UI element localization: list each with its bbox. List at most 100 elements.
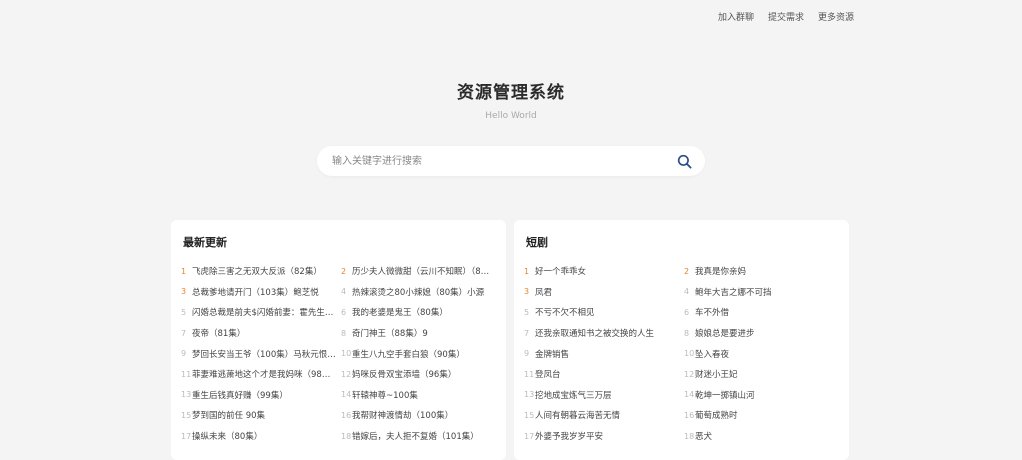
rank-number: 15 xyxy=(181,410,192,420)
list-item-title: 飞虎除三害之无双大反派（82集） xyxy=(192,267,322,278)
short-drama-card: 短剧 1 好一个乖乖女 2 我真是你亲妈 3 凤君 4 鲍年大吉之娜不可挡 5 不亏不欠不相见 6 车… xyxy=(514,220,849,460)
rank-number: 13 xyxy=(181,390,192,400)
latest-updates-list: 1 飞虎除三害之无双大反派（82集） 2 历少夫人微微甜（云川不知眠）（8… 3 总裁爹地… xyxy=(181,261,498,446)
list-item[interactable]: 17 操纵未来（80集） xyxy=(181,426,341,447)
rank-number: 6 xyxy=(341,307,347,317)
nav-more-resources-link[interactable]: 更多资源 xyxy=(818,10,854,23)
list-item-title: 不亏不欠不相见 xyxy=(535,308,595,319)
list-item[interactable]: 16 我帮财神渡情劫（100集） xyxy=(341,405,499,426)
list-item[interactable]: 18 恶犬 xyxy=(684,426,842,447)
list-item[interactable]: 4 热辣滚烫之80小辣媳（80集）小源 xyxy=(341,282,499,303)
list-item[interactable]: 14 乾坤一掷镇山河 xyxy=(684,385,842,406)
rank-number: 10 xyxy=(341,349,352,359)
search-bar xyxy=(317,146,705,176)
list-item[interactable]: 7 夜帝（81集） xyxy=(181,323,341,344)
rank-number: 11 xyxy=(181,369,192,379)
list-item[interactable]: 4 鲍年大吉之娜不可挡 xyxy=(684,282,842,303)
rank-number: 7 xyxy=(181,328,187,338)
list-item-title: 我帮财神渡情劫（100集） xyxy=(352,411,454,422)
rank-number: 13 xyxy=(524,390,535,400)
list-item[interactable]: 1 好一个乖乖女 xyxy=(524,261,684,282)
list-item[interactable]: 12 财迷小王妃 xyxy=(684,364,842,385)
short-drama-title: 短剧 xyxy=(526,236,548,249)
list-item[interactable]: 3 凤君 xyxy=(524,282,684,303)
list-item[interactable]: 5 不亏不欠不相见 xyxy=(524,302,684,323)
latest-updates-title: 最新更新 xyxy=(183,236,227,249)
list-item[interactable]: 6 我的老婆是鬼王（80集） xyxy=(341,302,499,323)
rank-number: 7 xyxy=(524,328,530,338)
rank-number: 2 xyxy=(684,266,690,276)
rank-number: 6 xyxy=(684,307,690,317)
list-item[interactable]: 2 我真是你亲妈 xyxy=(684,261,842,282)
search-input[interactable] xyxy=(330,148,669,174)
list-item[interactable]: 5 闪婚总裁是前夫$闪婚前妻：霍先生… xyxy=(181,302,341,323)
nav-submit-request-link[interactable]: 提交需求 xyxy=(768,10,804,23)
list-item[interactable]: 7 还我亲取通知书之被交换的人生 xyxy=(524,323,684,344)
list-item[interactable]: 16 葡萄成熟时 xyxy=(684,405,842,426)
list-item[interactable]: 1 飞虎除三害之无双大反派（82集） xyxy=(181,261,341,282)
list-item[interactable]: 11 登凤台 xyxy=(524,364,684,385)
list-item-title: 夜帝（81集） xyxy=(192,329,246,340)
rank-number: 5 xyxy=(524,307,530,317)
rank-number: 1 xyxy=(181,266,187,276)
list-item[interactable]: 15 人间有朝暮云海苦无情 xyxy=(524,405,684,426)
latest-updates-card: 最新更新 1 飞虎除三害之无双大反派（82集） 2 历少夫人微微甜（云川不知眠）（8…… xyxy=(171,220,506,460)
list-item-title: 凤君 xyxy=(535,287,553,298)
list-item-title: 坠入春夜 xyxy=(695,349,730,360)
rank-number: 12 xyxy=(341,369,352,379)
rank-number: 17 xyxy=(524,431,535,441)
list-item[interactable]: 2 历少夫人微微甜（云川不知眠）（8… xyxy=(341,261,499,282)
rank-number: 2 xyxy=(341,266,347,276)
rank-number: 17 xyxy=(181,431,192,441)
rank-number: 15 xyxy=(524,410,535,420)
list-item-title: 热辣滚烫之80小辣媳（80集）小源 xyxy=(352,287,485,298)
list-item[interactable]: 11 菲妻难逃萧地这个才是我妈咪（98… xyxy=(181,364,341,385)
list-item[interactable]: 13 挖地成宝炼气三万层 xyxy=(524,385,684,406)
list-item[interactable]: 17 外婆予我岁岁平安 xyxy=(524,426,684,447)
list-item[interactable]: 13 重生后钱真好赚（99集） xyxy=(181,385,341,406)
list-item-title: 还我亲取通知书之被交换的人生 xyxy=(535,329,655,340)
list-item[interactable]: 3 总裁爹地请开门（103集）鲍芝悦 xyxy=(181,282,341,303)
list-item-title: 操纵未来（80集） xyxy=(192,432,263,443)
rank-number: 4 xyxy=(684,287,690,297)
list-item[interactable]: 14 轩辕神尊~100集 xyxy=(341,385,499,406)
rank-number: 3 xyxy=(524,287,530,297)
list-item[interactable]: 9 梦回长安当王爷（100集）马秋元恨… xyxy=(181,343,341,364)
rank-number: 9 xyxy=(181,349,187,359)
list-item-title: 金牌销售 xyxy=(535,349,570,360)
list-item-title: 重生后钱真好赚（99集） xyxy=(192,390,288,401)
list-item-title: 挖地成宝炼气三万层 xyxy=(535,390,612,401)
list-item[interactable]: 9 金牌销售 xyxy=(524,343,684,364)
rank-number: 11 xyxy=(524,369,535,379)
rank-number: 5 xyxy=(181,307,187,317)
list-item[interactable]: 6 车不外借 xyxy=(684,302,842,323)
list-item-title: 菲妻难逃萧地这个才是我妈咪（98… xyxy=(192,370,331,381)
rank-number: 18 xyxy=(341,431,352,441)
list-item[interactable]: 10 坠入春夜 xyxy=(684,343,842,364)
list-item-title: 错嫁后，夫人拒不复婚（101集） xyxy=(352,432,479,443)
nav-join-group-link[interactable]: 加入群聊 xyxy=(718,10,754,23)
rank-number: 14 xyxy=(341,390,352,400)
list-item-title: 外婆予我岁岁平安 xyxy=(535,432,604,443)
list-item[interactable]: 15 梦到国的前任 90集 xyxy=(181,405,341,426)
list-item-title: 车不外借 xyxy=(695,308,730,319)
list-item[interactable]: 12 妈咪反骨双宝添墙（96集） xyxy=(341,364,499,385)
list-item[interactable]: 8 奇门神王（88集）9 xyxy=(341,323,499,344)
list-item[interactable]: 10 重生八九空手套白狼（90集） xyxy=(341,343,499,364)
rank-number: 18 xyxy=(684,431,695,441)
rank-number: 12 xyxy=(684,369,695,379)
list-item-title: 梦回长安当王爷（100集）马秋元恨… xyxy=(192,349,336,360)
list-item-title: 好一个乖乖女 xyxy=(535,267,587,278)
list-item[interactable]: 18 错嫁后，夫人拒不复婚（101集） xyxy=(341,426,499,447)
list-item-title: 梦到国的前任 90集 xyxy=(192,411,266,422)
list-item-title: 妈咪反骨双宝添墙（96集） xyxy=(352,370,457,381)
list-item-title: 鲍年大吉之娜不可挡 xyxy=(695,287,772,298)
page-title: 资源管理系统 xyxy=(457,83,565,103)
list-item-title: 轩辕神尊~100集 xyxy=(352,390,418,401)
top-nav: 加入群聊 提交需求 更多资源 xyxy=(718,10,854,23)
list-item[interactable]: 8 娘娘总是要进步 xyxy=(684,323,842,344)
brand: 资源管理系统 Hello World xyxy=(0,78,1022,121)
search-icon[interactable] xyxy=(669,146,699,176)
list-item-title: 我真是你亲妈 xyxy=(695,267,747,278)
list-item-title: 乾坤一掷镇山河 xyxy=(695,390,755,401)
